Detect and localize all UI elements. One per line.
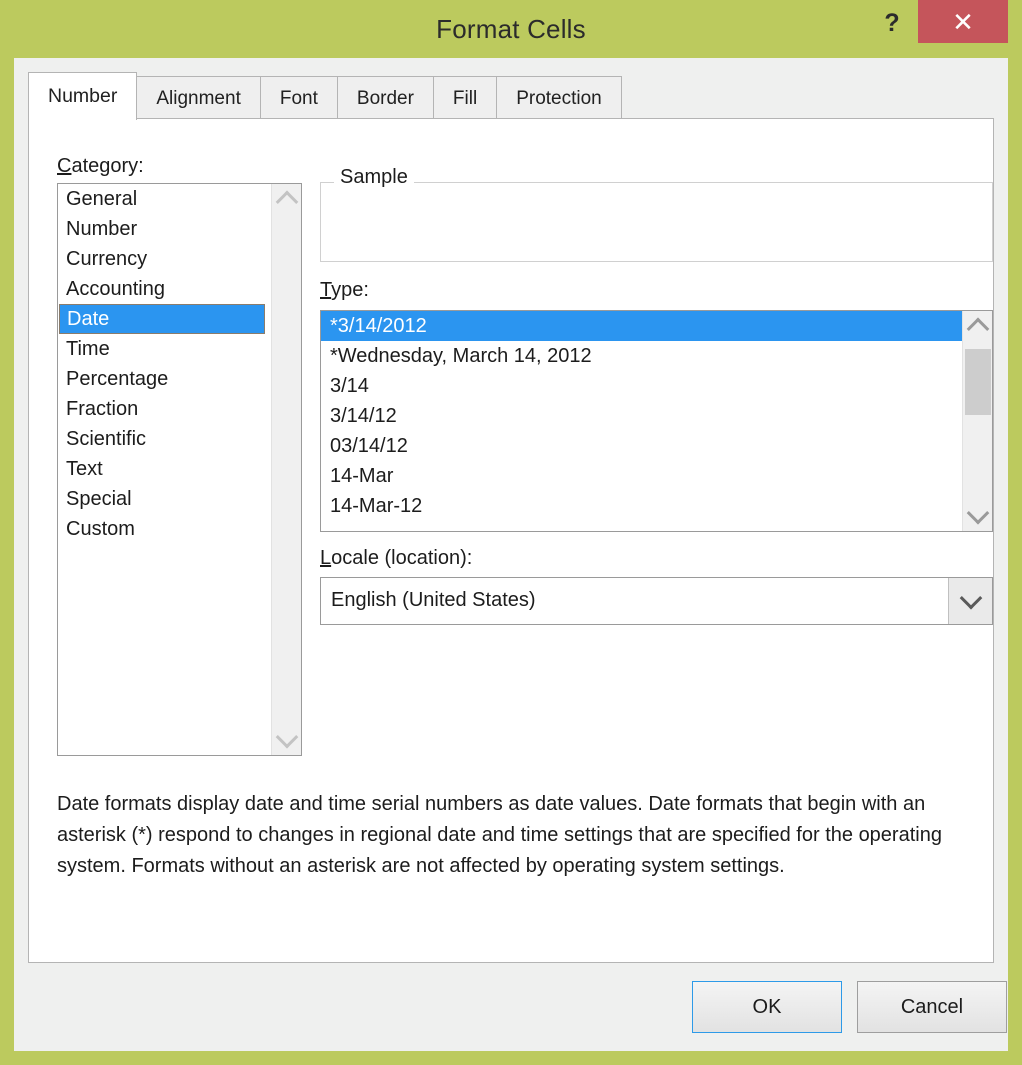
type-label: Type: <box>320 279 369 301</box>
help-icon[interactable]: ? <box>876 6 908 40</box>
cancel-button-label: Cancel <box>900 995 964 1018</box>
category-item-percentage[interactable]: Percentage <box>58 364 272 394</box>
dialog-body: Number Alignment Font Border Fill Protec… <box>14 58 1008 1051</box>
dialog-title: Format Cells <box>436 14 586 44</box>
category-item-custom[interactable]: Custom <box>58 514 272 544</box>
category-item-number[interactable]: Number <box>58 214 272 244</box>
tab-label: Protection <box>516 87 602 109</box>
tab-label: Fill <box>452 87 478 109</box>
tab-strip: Number Alignment Font Border Fill Protec… <box>28 72 622 120</box>
scroll-up-arrow-icon[interactable] <box>963 311 992 341</box>
locale-dropdown-button[interactable] <box>948 578 992 624</box>
cancel-button[interactable]: Cancel <box>857 981 1007 1033</box>
type-item[interactable]: 3/14 <box>321 371 962 401</box>
tab-alignment[interactable]: Alignment <box>136 76 261 120</box>
category-item-text[interactable]: Text <box>58 454 272 484</box>
ok-button[interactable]: OK <box>692 981 842 1033</box>
category-item-accounting[interactable]: Accounting <box>58 274 272 304</box>
sample-legend: Sample <box>334 166 414 189</box>
type-item[interactable]: 14-Mar-12 <box>321 491 962 521</box>
category-item-time[interactable]: Time <box>58 334 272 364</box>
tab-border[interactable]: Border <box>336 76 434 120</box>
title-bar: Format Cells ? ✕ <box>0 0 1022 58</box>
type-item-container: *3/14/2012 *Wednesday, March 14, 2012 3/… <box>321 311 962 521</box>
ok-button-label: OK <box>752 995 782 1018</box>
chevron-down-icon <box>966 501 989 525</box>
chevron-down-icon <box>275 725 298 749</box>
tab-label: Border <box>356 87 414 109</box>
scroll-down-arrow-icon[interactable] <box>963 501 992 531</box>
tab-label: Alignment <box>156 87 241 109</box>
category-label: Category: <box>57 155 144 177</box>
locale-combobox[interactable]: English (United States) <box>320 577 993 625</box>
format-cells-dialog: Format Cells ? ✕ Number Alignment Font B… <box>0 0 1022 1065</box>
scrollbar-thumb[interactable] <box>965 349 991 415</box>
scroll-up-arrow-icon[interactable] <box>272 184 301 214</box>
type-item[interactable]: *3/14/2012 <box>321 311 962 341</box>
chevron-up-icon <box>275 190 298 214</box>
category-item-general[interactable]: General <box>58 184 272 214</box>
category-scrollbar[interactable] <box>271 184 301 755</box>
locale-label: Locale (location): <box>320 547 473 569</box>
type-listbox[interactable]: *3/14/2012 *Wednesday, March 14, 2012 3/… <box>320 310 993 532</box>
sample-groupbox <box>320 182 993 262</box>
category-item-container: General Number Currency Accounting Date … <box>58 184 272 544</box>
category-item-special[interactable]: Special <box>58 484 272 514</box>
type-item[interactable]: *Wednesday, March 14, 2012 <box>321 341 962 371</box>
tab-content-panel: Category: General Number Currency Accoun… <box>28 118 994 963</box>
tab-protection[interactable]: Protection <box>496 76 622 120</box>
tab-fill[interactable]: Fill <box>432 76 498 120</box>
dialog-footer: OK Cancel <box>28 963 1007 1051</box>
category-item-currency[interactable]: Currency <box>58 244 272 274</box>
tab-font[interactable]: Font <box>259 76 338 120</box>
locale-selected-value: English (United States) <box>331 589 536 611</box>
category-item-date[interactable]: Date <box>59 304 265 334</box>
tab-label: Number <box>48 85 118 107</box>
close-x-icon: ✕ <box>952 6 974 37</box>
type-item[interactable]: 14-Mar <box>321 461 962 491</box>
category-listbox[interactable]: General Number Currency Accounting Date … <box>57 183 302 756</box>
category-item-fraction[interactable]: Fraction <box>58 394 272 424</box>
chevron-up-icon <box>966 317 989 341</box>
close-button[interactable]: ✕ <box>918 0 1008 43</box>
type-item[interactable]: 3/14/12 <box>321 401 962 431</box>
category-description: Date formats display date and time seria… <box>57 793 942 877</box>
tab-number[interactable]: Number <box>28 72 138 120</box>
chevron-down-icon <box>959 586 982 610</box>
scroll-down-arrow-icon[interactable] <box>272 725 301 755</box>
type-item[interactable]: 03/14/12 <box>321 431 962 461</box>
category-item-scientific[interactable]: Scientific <box>58 424 272 454</box>
type-scrollbar[interactable] <box>962 311 992 531</box>
tab-label: Font <box>279 87 318 109</box>
